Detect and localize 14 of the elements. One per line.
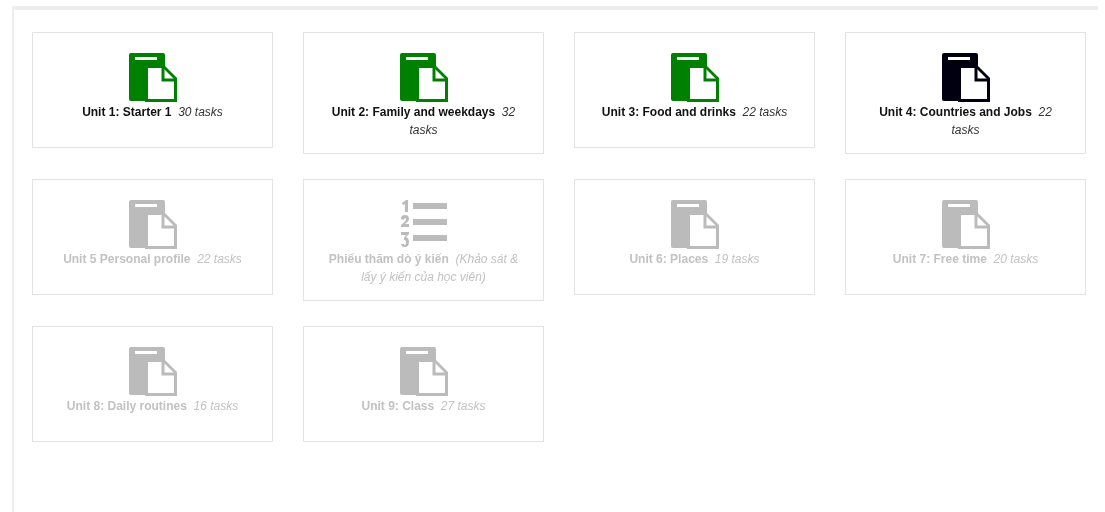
- unit-title: Unit 5 Personal profile 22 tasks: [63, 251, 242, 268]
- unit-title: Unit 6: Places 19 tasks: [629, 251, 760, 268]
- unit-title: Unit 8: Daily routines 16 tasks: [66, 398, 239, 415]
- unit-title: Unit 7: Free time 20 tasks: [892, 251, 1039, 268]
- unit-card[interactable]: Unit 4: Countries and Jobs 22 tasks: [845, 32, 1086, 154]
- unit-card[interactable]: Unit 2: Family and weekdays 32 tasks: [303, 32, 544, 154]
- unit-title: Unit 4: Countries and Jobs 22 tasks: [878, 104, 1053, 139]
- unit-title: Unit 1: Starter 1 30 tasks: [82, 104, 223, 121]
- unit-title: Unit 2: Family and weekdays 32 tasks: [330, 104, 517, 139]
- unit-title: Phiếu thăm dò ý kiến (Khảo sát & lấy ý kiến của học viên): [327, 251, 520, 286]
- unit-card[interactable]: Unit 3: Food and drinks 22 tasks: [574, 32, 815, 148]
- unit-card[interactable]: Unit 1: Starter 1 30 tasks: [32, 32, 273, 148]
- unit-title: Unit 9: Class 27 tasks: [361, 398, 486, 415]
- unit-title: Unit 3: Food and drinks 22 tasks: [601, 104, 788, 121]
